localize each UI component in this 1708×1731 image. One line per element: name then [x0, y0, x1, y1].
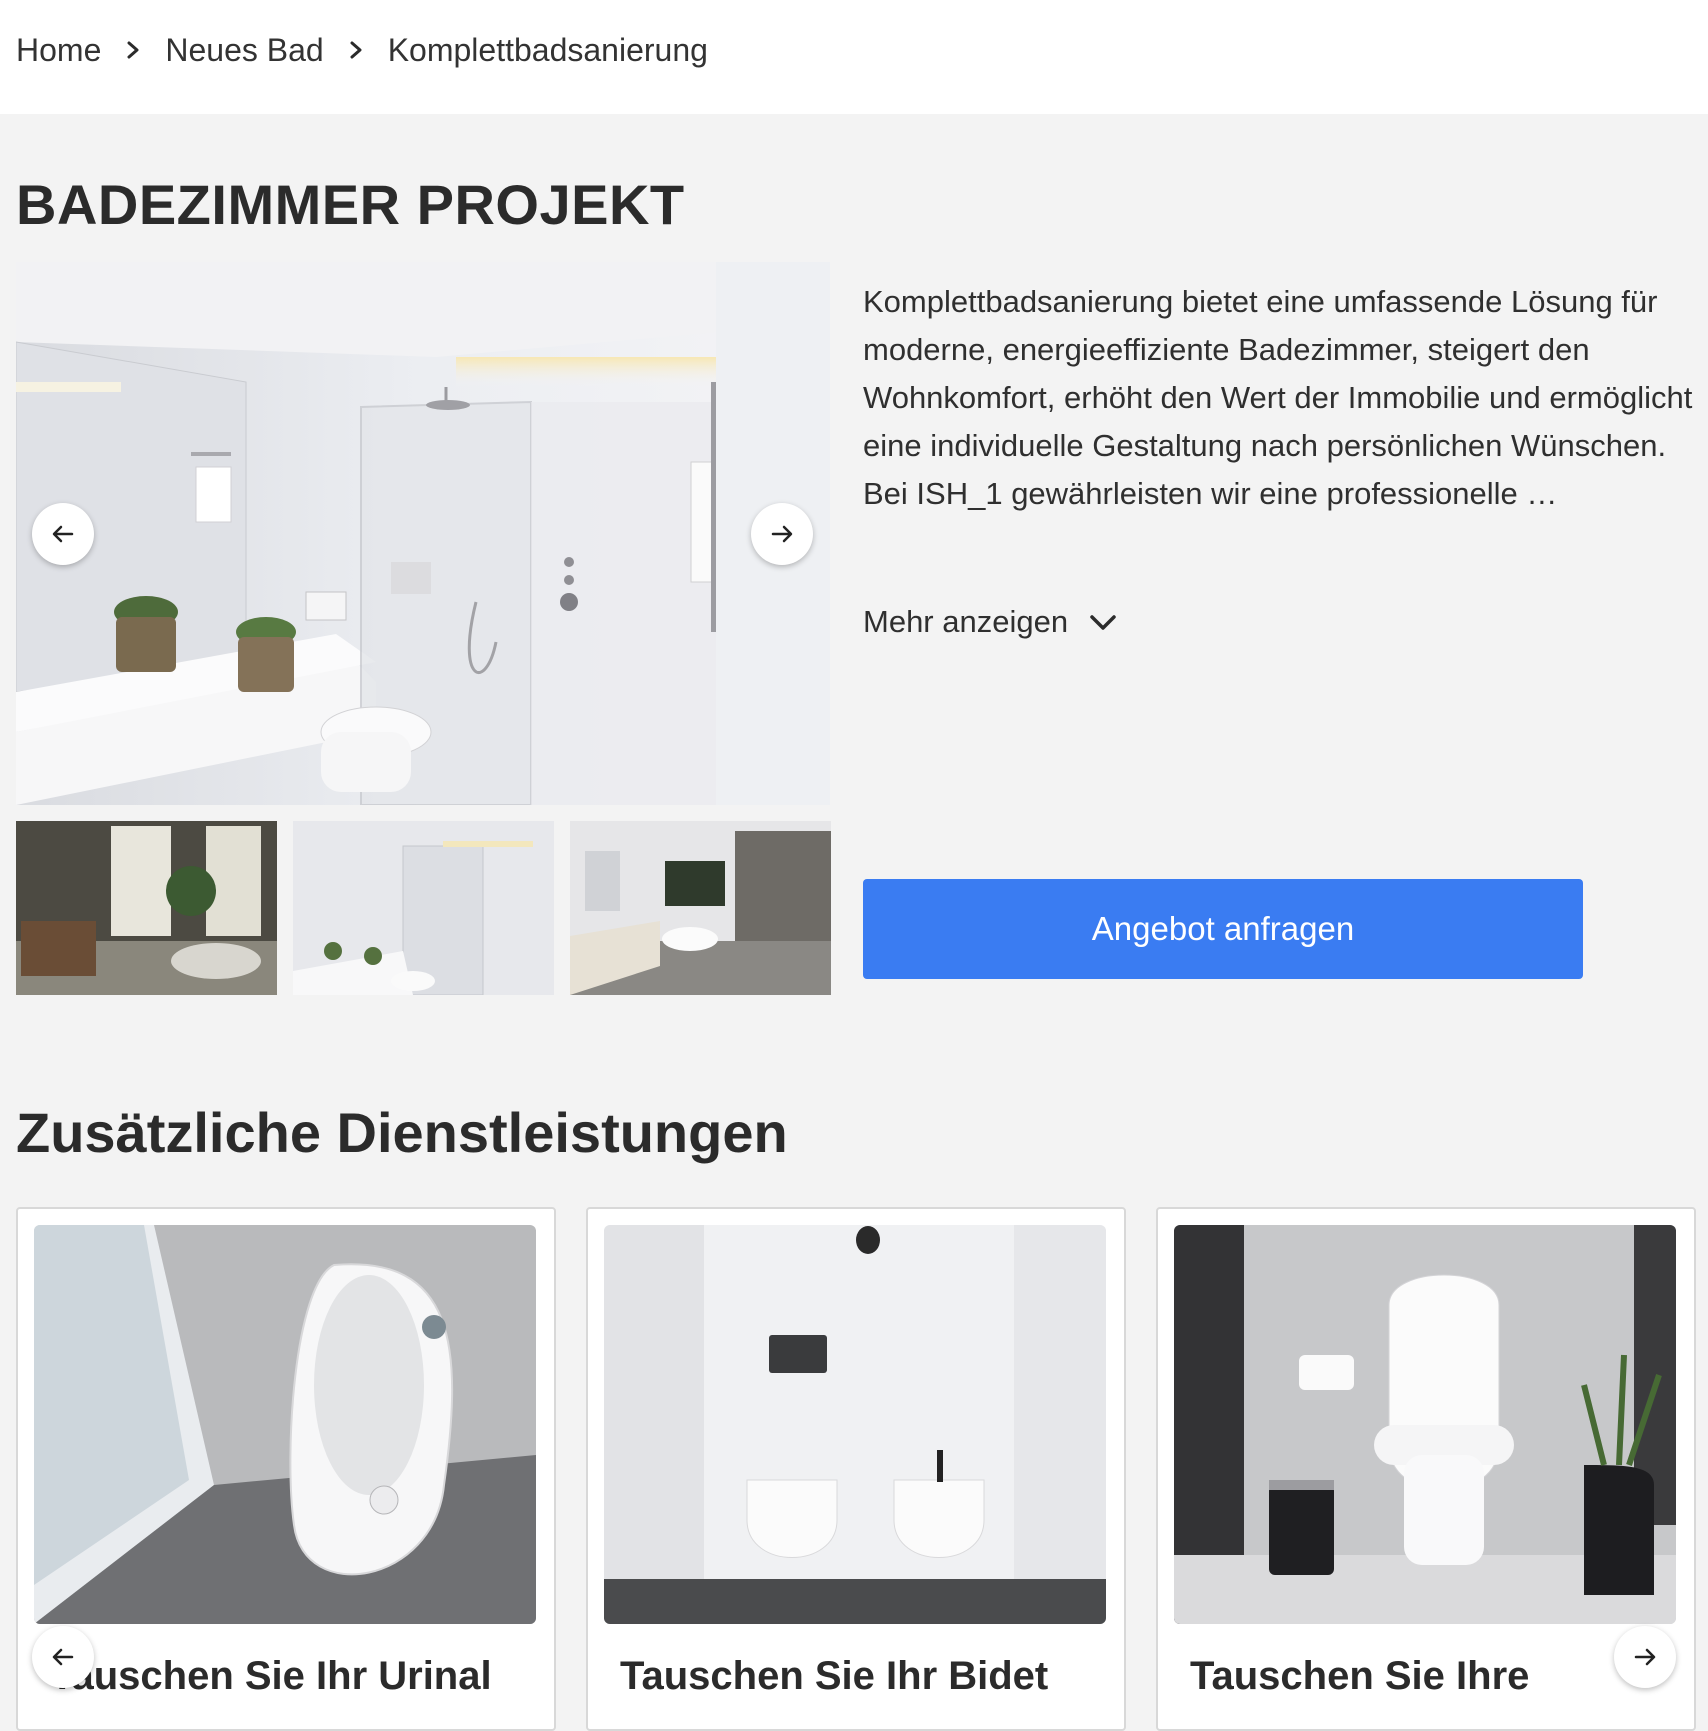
bidet-image	[604, 1225, 1106, 1624]
description-paragraph-truncated: Bei ISH_1 gewährleisten wir eine profess…	[863, 476, 1558, 511]
breadcrumb-home[interactable]: Home	[16, 32, 101, 69]
breadcrumb-neues-bad[interactable]: Neues Bad	[165, 32, 323, 69]
description-paragraph: Komplettbadsanierung bietet eine umfasse…	[863, 284, 1693, 463]
thumbnail-white-shower-bathroom[interactable]	[293, 821, 554, 995]
toilet-image	[1174, 1225, 1676, 1624]
arrow-right-icon	[1634, 1648, 1656, 1666]
gallery-thumbnails	[16, 821, 831, 995]
arrow-right-icon	[771, 525, 793, 543]
arrow-left-icon	[52, 525, 74, 543]
chevron-right-icon	[101, 30, 165, 70]
project-description: Komplettbadsanierung bietet eine umfasse…	[863, 278, 1693, 518]
top-bar: Home Neues Bad Komplettbadsanierung	[0, 0, 1708, 114]
chevron-right-icon	[324, 30, 388, 70]
service-card-title: Tauschen Sie Ihre	[1190, 1654, 1530, 1698]
request-quote-button[interactable]: Angebot anfragen	[863, 879, 1583, 979]
service-card-title: Tauschen Sie Ihr Urinal	[50, 1654, 492, 1698]
bathroom-photo	[16, 262, 830, 805]
gallery-next-button[interactable]	[751, 503, 813, 565]
page-title: BADEZIMMER PROJEKT	[16, 173, 685, 236]
breadcrumb: Home Neues Bad Komplettbadsanierung	[16, 30, 708, 70]
chevron-down-icon	[1090, 615, 1116, 630]
thumbnail-classic-bathroom[interactable]	[16, 821, 277, 995]
services-next-button[interactable]	[1614, 1626, 1676, 1688]
gallery-prev-button[interactable]	[32, 503, 94, 565]
services-section-title: Zusätzliche Dienstleistungen	[16, 1101, 788, 1164]
urinal-image	[34, 1225, 536, 1624]
show-more-toggle[interactable]: Mehr anzeigen	[863, 598, 1120, 646]
show-more-label: Mehr anzeigen	[863, 604, 1069, 639]
service-card-urinal[interactable]: Tauschen Sie Ihr Urinal	[16, 1207, 556, 1731]
arrow-left-icon	[52, 1648, 74, 1666]
services-prev-button[interactable]	[32, 1626, 94, 1688]
service-card-title: Tauschen Sie Ihr Bidet	[620, 1654, 1049, 1698]
breadcrumb-current: Komplettbadsanierung	[387, 31, 708, 68]
thumbnail-modern-bathtub-bathroom[interactable]	[570, 821, 831, 995]
service-card-bidet[interactable]: Tauschen Sie Ihr Bidet	[586, 1207, 1126, 1731]
gallery-main-image	[16, 262, 830, 805]
